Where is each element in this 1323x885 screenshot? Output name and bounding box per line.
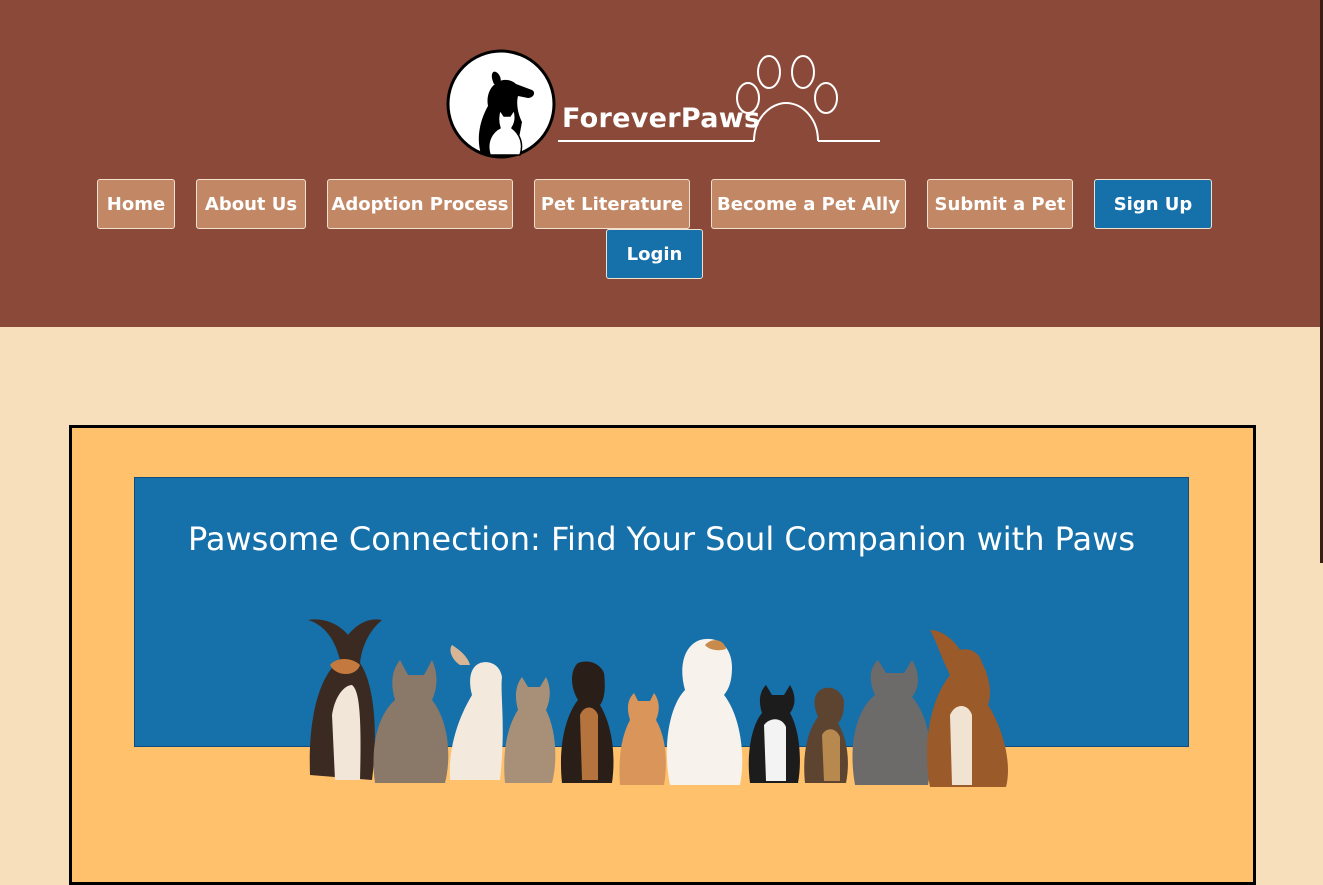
nav-about-us-button[interactable]: About Us xyxy=(196,179,306,229)
sign-up-button[interactable]: Sign Up xyxy=(1094,179,1212,229)
pets-lineup-image xyxy=(308,619,1008,787)
brand-name: ForeverPaws xyxy=(562,103,761,134)
nav-become-pet-ally-button[interactable]: Become a Pet Ally xyxy=(711,179,906,229)
dog-1 xyxy=(308,619,382,780)
site-header: ForeverPaws Home About Us Adoption Proce… xyxy=(0,0,1323,327)
nav-home-button[interactable]: Home xyxy=(97,179,175,229)
nav-pet-literature-button[interactable]: Pet Literature xyxy=(534,179,690,229)
login-button[interactable]: Login xyxy=(606,229,703,279)
nav-adoption-process-button[interactable]: Adoption Process xyxy=(327,179,513,229)
nav-submit-pet-button[interactable]: Submit a Pet xyxy=(927,179,1073,229)
hero-title: Pawsome Connection: Find Your Soul Compa… xyxy=(188,520,1135,558)
